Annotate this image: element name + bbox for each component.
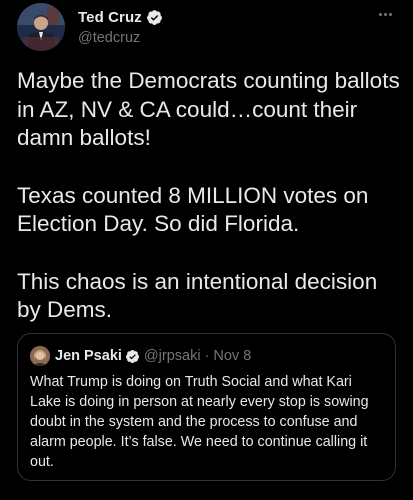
quoted-tweet-text: What Trump is doing on Truth Social and … — [30, 374, 369, 470]
verified-badge-icon — [146, 9, 163, 26]
tweet-paragraph: This chaos is an intentional decision by… — [17, 268, 378, 323]
quoted-avatar — [30, 346, 50, 366]
quoted-tweet-header: Jen Psaki @jrpsaki · Nov 8 — [30, 346, 383, 366]
quoted-tweet-date: Nov 8 — [213, 348, 252, 364]
more-dot — [388, 12, 392, 16]
quoted-tweet[interactable]: Jen Psaki @jrpsaki · Nov 8 What Trump is… — [17, 333, 396, 481]
display-name-row: Ted Cruz — [78, 7, 163, 27]
avatar-image — [17, 3, 65, 51]
quoted-author-handle: @jrpsaki — [143, 348, 201, 364]
tweet-paragraph: Maybe the Democrats counting ballots in … — [17, 68, 400, 150]
tweet-text: Maybe the Democrats counting ballots in … — [17, 67, 402, 325]
more-horizontal-icon[interactable] — [374, 5, 396, 23]
tweet: Ted Cruz @tedcruz Maybe the Democrats co… — [0, 0, 413, 500]
more-dot — [383, 12, 387, 16]
quoted-avatar-image — [30, 346, 50, 366]
author-names: Ted Cruz @tedcruz — [78, 7, 163, 46]
verified-badge-icon — [125, 349, 140, 364]
tweet-header: Ted Cruz @tedcruz — [17, 3, 396, 51]
quoted-author-display-name: Jen Psaki — [55, 348, 122, 364]
avatar[interactable] — [17, 3, 65, 51]
more-dot — [378, 12, 382, 16]
tweet-paragraph: Texas counted 8 MILLION votes on Electio… — [17, 182, 369, 237]
author-display-name[interactable]: Ted Cruz — [78, 9, 142, 26]
author-handle[interactable]: @tedcruz — [78, 30, 163, 46]
separator-dot: · — [204, 348, 210, 364]
